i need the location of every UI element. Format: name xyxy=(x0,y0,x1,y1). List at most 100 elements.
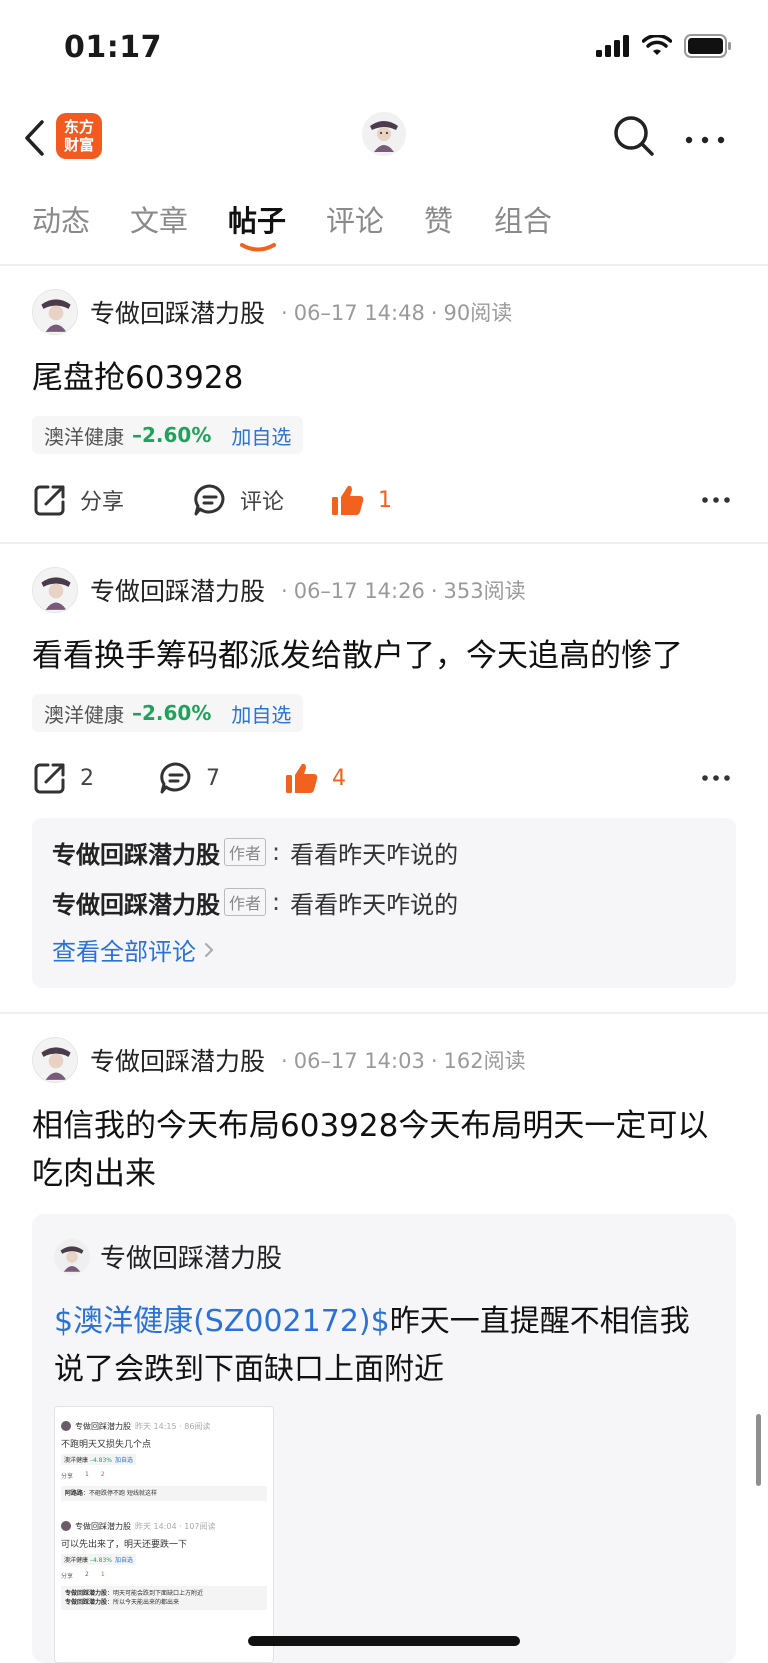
stock-name: 澳洋健康 xyxy=(44,702,124,727)
thumb-comment-row: 专做回踩潜力股：明天可能会跌到下面缺口上方附近 专做回踩潜力股：所以今天能出来的都… xyxy=(61,1586,267,1610)
thumb-comment: 2 xyxy=(85,1571,89,1578)
thumb-stock-chip: 澳洋健康 –4.83% 加自选 xyxy=(61,1554,137,1565)
post-meta: · 06–17 14:03 · 162阅读 xyxy=(281,1049,526,1073)
scrollbar[interactable] xyxy=(756,1414,761,1486)
post-time: 06–17 14:48 xyxy=(293,301,425,325)
comment-item[interactable]: 专做回踩潜力股 作者 : 看看昨天咋说的 xyxy=(52,882,458,922)
author-name[interactable]: 专做回踩潜力股 xyxy=(90,572,265,608)
comment-label: 评论 xyxy=(240,490,285,515)
share-icon xyxy=(34,763,65,794)
share-button[interactable]: 2 xyxy=(32,754,94,802)
thumb-comment-text: 所以今天能出来的都出来 xyxy=(113,1599,180,1606)
post-text[interactable]: 尾盘抢603928 xyxy=(32,354,742,402)
post-more-button[interactable] xyxy=(696,476,736,524)
post-card[interactable]: 专做回踩潜力股 · 06–17 14:26 · 353阅读 看看换手筹码都派发给散户了… xyxy=(0,566,768,1016)
tab-portfolios[interactable]: 组合 xyxy=(494,198,552,240)
thumb-stock-add: 加自选 xyxy=(115,1457,134,1464)
profile-avatar[interactable] xyxy=(362,112,406,156)
comment-text: 看看昨天咋说的 xyxy=(290,890,459,919)
chevron-left-icon xyxy=(25,120,44,156)
home-indicator[interactable] xyxy=(248,1636,520,1646)
more-menu-button[interactable] xyxy=(680,112,730,160)
thumb-comment-author: 阿路路 xyxy=(65,1490,84,1497)
logo-line-1: 东方 xyxy=(63,118,94,136)
tab-dynamic[interactable]: 动态 xyxy=(32,198,90,240)
back-button[interactable] xyxy=(14,114,54,162)
app-logo[interactable]: 东方 财富 xyxy=(56,113,102,159)
like-button[interactable]: 1 xyxy=(330,476,392,524)
comment-icon xyxy=(194,484,225,516)
post-more-button[interactable] xyxy=(696,754,736,802)
profile-tabs: 动态 文章 帖子 评论 赞 组合 xyxy=(0,190,768,260)
tab-likes[interactable]: 赞 xyxy=(424,198,453,240)
author-badge: 作者 xyxy=(224,888,267,916)
thumb-comment-row: 阿路路：不砸跌停不跑 短线就这样 xyxy=(61,1486,267,1501)
search-button[interactable] xyxy=(610,112,658,160)
comment-author[interactable]: 专做回踩潜力股 xyxy=(52,885,220,920)
add-watchlist-button[interactable]: 加自选 xyxy=(231,699,291,728)
view-all-label: 查看全部评论 xyxy=(52,938,196,966)
comments-preview[interactable]: 专做回踩潜力股 作者 : 看看昨天咋说的 专做回踩潜力股 作者 : 看看昨天咋说… xyxy=(32,818,736,988)
thumb-like: 1 xyxy=(100,1571,105,1578)
quoted-post[interactable]: 专做回踩潜力股 $澳洋健康(SZ002172)$昨天一直提醒不相信我说了会跌到下… xyxy=(32,1214,736,1663)
post-header: 专做回踩潜力股 · 06–17 14:03 · 162阅读 xyxy=(32,1036,526,1084)
author-avatar[interactable] xyxy=(32,289,78,335)
thumb-post-meta: 专做回踩潜力股 昨天 14:15 · 86阅读 xyxy=(61,1419,267,1433)
author-avatar[interactable] xyxy=(32,1037,78,1083)
quoted-author-avatar[interactable] xyxy=(54,1238,90,1275)
more-horizontal-icon xyxy=(702,775,730,781)
share-label: 分享 xyxy=(80,490,125,515)
thumb-post: 专做回踩潜力股 昨天 14:04 · 107阅读 可以先出来了，明天还要跌一下 … xyxy=(61,1519,267,1610)
thumbs-up-icon xyxy=(286,763,318,793)
active-tab-indicator xyxy=(240,243,276,252)
like-count: 1 xyxy=(378,487,392,513)
thumb-post-text: 可以先出来了，明天还要跌一下 xyxy=(61,1540,188,1550)
comment-item[interactable]: 专做回踩潜力股 作者 : 看看昨天咋说的 xyxy=(52,832,458,872)
stock-tag-link[interactable]: $澳洋健康(SZ002172)$ xyxy=(54,1304,390,1339)
quoted-post-text[interactable]: $澳洋健康(SZ002172)$昨天一直提醒不相信我说了会跌到下面缺口上面附近 xyxy=(54,1298,714,1394)
thumb-like: 2 xyxy=(100,1471,105,1478)
author-avatar[interactable] xyxy=(32,567,78,613)
post-text[interactable]: 看看换手筹码都派发给散户了，今天追高的惨了 xyxy=(32,632,742,680)
share-button[interactable]: 分享 xyxy=(32,476,124,524)
stock-chip[interactable]: 澳洋健康 –2.60% 加自选 xyxy=(32,694,304,732)
thumb-actions: 分享 2 1 xyxy=(61,1571,267,1580)
post-header: 专做回踩潜力股 · 06–17 14:26 · 353阅读 xyxy=(32,566,526,614)
post-card[interactable]: 专做回踩潜力股 · 06–17 14:48 · 90阅读 尾盘抢603928 澳洋健康… xyxy=(0,288,768,543)
read-count: 162阅读 xyxy=(443,1049,526,1073)
tabs-divider xyxy=(0,264,768,266)
thumb-comment-text: 不砸跌停不跑 短线就这样 xyxy=(89,1490,157,1497)
stock-change: –2.60% xyxy=(132,701,212,725)
comment-colon: : xyxy=(272,888,281,916)
author-name[interactable]: 专做回踩潜力股 xyxy=(90,1042,265,1078)
status-time: 01:17 xyxy=(64,30,162,65)
add-watchlist-button[interactable]: 加自选 xyxy=(231,421,291,450)
post-meta: · 06–17 14:26 · 353阅读 xyxy=(281,579,526,603)
post-header: 专做回踩潜力股 · 06–17 14:48 · 90阅读 xyxy=(32,288,512,336)
post-divider xyxy=(0,542,768,544)
comment-author[interactable]: 专做回踩潜力股 xyxy=(52,835,220,870)
thumb-comment-author: 专做回踩潜力股 xyxy=(65,1599,108,1606)
tab-comments[interactable]: 评论 xyxy=(326,198,384,240)
read-count: 353阅读 xyxy=(443,579,526,603)
post-actions: 2 7 4 xyxy=(32,754,736,802)
search-icon xyxy=(614,116,654,156)
thumb-time: 昨天 14:04 · 107阅读 xyxy=(135,1521,216,1531)
thumb-comment-author: 专做回踩潜力股 xyxy=(65,1590,108,1597)
tab-articles[interactable]: 文章 xyxy=(130,198,188,240)
stock-chip[interactable]: 澳洋健康 –2.60% 加自选 xyxy=(32,416,304,454)
comment-button[interactable]: 7 xyxy=(158,754,220,802)
author-name[interactable]: 专做回踩潜力股 xyxy=(90,294,265,330)
comment-button[interactable]: 评论 xyxy=(192,476,284,524)
share-count: 2 xyxy=(80,765,94,791)
post-time: 06–17 14:03 xyxy=(293,1049,425,1073)
post-text[interactable]: 相信我的今天布局603928今天布局明天一定可以吃肉出来 xyxy=(32,1102,732,1198)
thumb-share: 分享 xyxy=(61,1473,74,1480)
thumb-stock-change: –4.83% xyxy=(89,1457,112,1464)
screenshot-thumbnail[interactable]: 专做回踩潜力股 昨天 14:15 · 86阅读 不跑明天又损失几个点 澳洋健康 … xyxy=(54,1406,274,1663)
quoted-author-name[interactable]: 专做回踩潜力股 xyxy=(100,1238,282,1275)
like-button[interactable]: 4 xyxy=(284,754,346,802)
more-horizontal-icon xyxy=(685,136,725,144)
tab-posts[interactable]: 帖子 xyxy=(228,198,286,240)
view-all-comments-link[interactable]: 查看全部评论 xyxy=(52,932,214,967)
